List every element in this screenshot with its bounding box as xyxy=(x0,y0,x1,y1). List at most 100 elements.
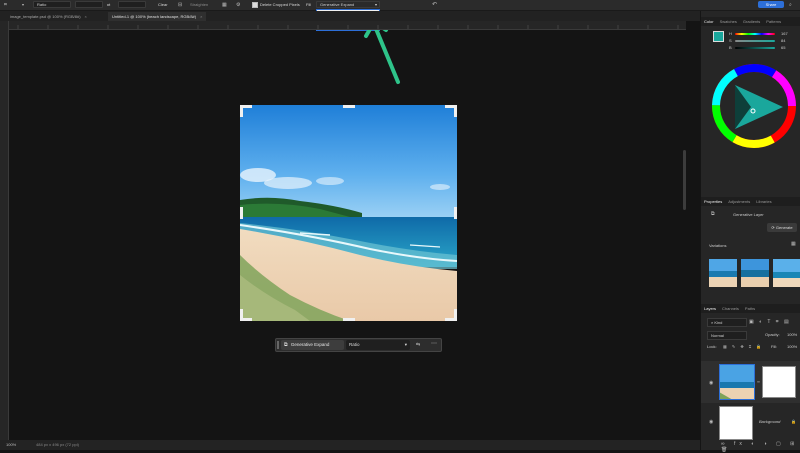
crop-handle-right[interactable] xyxy=(454,207,457,219)
crop-handle-bottom[interactable] xyxy=(343,318,355,321)
layer-row-generative[interactable]: ◉ ∞ xyxy=(701,361,800,403)
variations-label: Variations xyxy=(709,243,727,248)
variation-thumb-1 xyxy=(709,259,737,287)
crop-handle-top[interactable] xyxy=(343,105,355,108)
layer-name-background[interactable]: Background xyxy=(759,419,780,424)
crop-handle-top-left[interactable] xyxy=(240,105,243,117)
saturation-slider[interactable] xyxy=(735,40,775,42)
layer-mask-thumbnail[interactable] xyxy=(762,366,796,398)
tab-patterns[interactable]: Patterns xyxy=(763,17,784,26)
tab-color[interactable]: Color xyxy=(701,17,717,26)
search-icon[interactable]: ⌕ xyxy=(789,2,792,8)
beach-landscape-image xyxy=(240,105,457,321)
delete-cropped-checkbox[interactable]: Delete Cropped Pixels xyxy=(252,1,300,8)
share-button[interactable]: Share xyxy=(758,1,784,8)
tab-untitled-1[interactable]: Untitled-1 @ 100% (beach landscape, RGB/… xyxy=(108,12,207,21)
properties-panel-tabs: Properties Adjustments Libraries xyxy=(701,197,800,206)
saturation-label: S xyxy=(729,38,732,43)
status-bar: 100% 484 px x 496 px (72 ppi) xyxy=(0,440,700,450)
tab-channels[interactable]: Channels xyxy=(719,304,742,313)
chevron-down-icon[interactable]: ▾ xyxy=(22,2,24,8)
delete-cropped-label: Delete Cropped Pixels xyxy=(260,2,300,7)
close-icon[interactable]: × xyxy=(85,14,87,19)
width-input[interactable] xyxy=(75,1,103,8)
blend-mode-value: Normal xyxy=(711,333,724,338)
straighten-icon[interactable]: ⊟ xyxy=(178,2,182,8)
foreground-color-swatch[interactable] xyxy=(713,31,724,42)
grid-view-icon[interactable]: ▦ xyxy=(791,241,796,247)
swap-icon[interactable]: ⇆ xyxy=(416,342,420,348)
brightness-value[interactable]: 65 xyxy=(781,45,785,50)
layer-row-background[interactable]: ◉ Background 🔒 xyxy=(701,404,800,442)
fill-select[interactable]: Generative Expand ▾ xyxy=(316,1,380,8)
color-wheel[interactable] xyxy=(711,63,797,149)
crop-handle-top-right[interactable] xyxy=(454,105,457,117)
layers-footer-icons[interactable]: ∞ fx ◐ ◑ ▢ ⊞ 🗑 xyxy=(721,441,800,453)
layer-filter-select[interactable]: ⌕ Kind xyxy=(707,318,747,327)
layer-filter-value: Kind xyxy=(714,320,723,325)
brightness-slider[interactable] xyxy=(735,47,775,49)
eye-icon[interactable]: ◉ xyxy=(709,419,713,425)
chevron-down-icon: ▾ xyxy=(374,2,377,7)
tab-libraries[interactable]: Libraries xyxy=(753,197,774,206)
variation-thumb-2 xyxy=(741,259,769,287)
opacity-value[interactable]: 100% xyxy=(787,332,797,337)
hue-slider[interactable] xyxy=(735,33,775,35)
contextual-task-bar: ⧉ Generative Expand Ratio ▾ ⇆ ⋯ xyxy=(275,338,442,352)
swap-icon[interactable]: ⇄ xyxy=(107,2,110,8)
generative-expand-button[interactable]: ⧉ Generative Expand xyxy=(281,340,344,350)
ruler-ticks xyxy=(17,25,679,29)
fill-value[interactable]: 100% xyxy=(787,344,797,349)
tab-adjustments[interactable]: Adjustments xyxy=(725,197,753,206)
hue-label: H xyxy=(729,31,732,36)
tab-properties[interactable]: Properties xyxy=(701,197,725,206)
generate-button[interactable]: ⟳ Generate xyxy=(767,223,797,232)
ratio-select[interactable]: Ratio xyxy=(33,1,71,8)
variation-thumbnails xyxy=(709,259,800,287)
ratio-select-value: Ratio xyxy=(349,342,360,347)
clear-button[interactable]: Clear xyxy=(158,1,168,8)
undo-icon[interactable]: ↶ xyxy=(432,2,437,8)
variation-thumb-3 xyxy=(773,259,800,287)
link-icon[interactable]: ∞ xyxy=(757,379,760,385)
generative-expand-label: Generative Expand xyxy=(290,342,330,347)
eye-icon[interactable]: ◉ xyxy=(709,380,713,386)
saturation-value[interactable]: 84 xyxy=(781,38,785,43)
generate-icon: ⟳ xyxy=(771,225,775,230)
vertical-scrollbar[interactable] xyxy=(683,150,686,210)
lock-icons[interactable]: ▦ ✎ ✥ ⌗ 🔒 xyxy=(723,344,763,350)
canvas-beach-image[interactable] xyxy=(240,105,457,321)
tab-paths[interactable]: Paths xyxy=(742,304,758,313)
ratio-select[interactable]: Ratio ▾ xyxy=(346,340,410,350)
height-input[interactable] xyxy=(118,1,146,8)
straighten-label[interactable]: Straighten xyxy=(190,1,208,8)
overlay-grid-icon[interactable]: ▦ xyxy=(222,2,227,8)
search-icon: ⌕ xyxy=(711,320,714,325)
document-info[interactable]: 484 px x 496 px (72 ppi) xyxy=(36,440,79,450)
gear-icon[interactable]: ⚙ xyxy=(236,2,240,8)
zoom-level[interactable]: 100% xyxy=(6,440,16,450)
crop-handle-bottom-right[interactable] xyxy=(454,309,457,321)
tab-layers[interactable]: Layers xyxy=(701,304,719,313)
hue-value[interactable]: 167 xyxy=(781,31,788,36)
crop-handle-bottom-left[interactable] xyxy=(240,309,243,321)
tab-swatches[interactable]: Swatches xyxy=(717,17,740,26)
layers-panel-tabs: Layers Channels Paths xyxy=(701,304,800,313)
tab-image-template[interactable]: image_template.psd @ 100% (RGB/8#) × xyxy=(6,12,91,21)
generative-expand-icon: ⧉ xyxy=(284,342,288,348)
blend-mode-select[interactable]: Normal xyxy=(707,331,747,340)
generate-label: Generate xyxy=(775,225,793,230)
tab-label: image_template.psd @ 100% (RGB/8#) xyxy=(10,14,81,19)
generative-layer-icon: ⧉ xyxy=(711,211,715,217)
drag-handle[interactable] xyxy=(277,341,279,349)
ruler-horizontal xyxy=(8,21,686,30)
crop-handle-left[interactable] xyxy=(240,207,243,219)
close-icon[interactable]: × xyxy=(200,14,202,19)
more-icon[interactable]: ⋯ xyxy=(431,341,437,347)
checkbox-icon[interactable] xyxy=(252,1,258,8)
crop-tool-icon[interactable]: ⌗ xyxy=(4,2,7,8)
tab-gradients[interactable]: Gradients xyxy=(740,17,763,26)
layer-selection-outline xyxy=(719,364,755,400)
fill-label: Fill: xyxy=(771,344,778,349)
layer-filter-icons[interactable]: ▣ ◐ T ⌗ ▤ xyxy=(749,319,791,325)
